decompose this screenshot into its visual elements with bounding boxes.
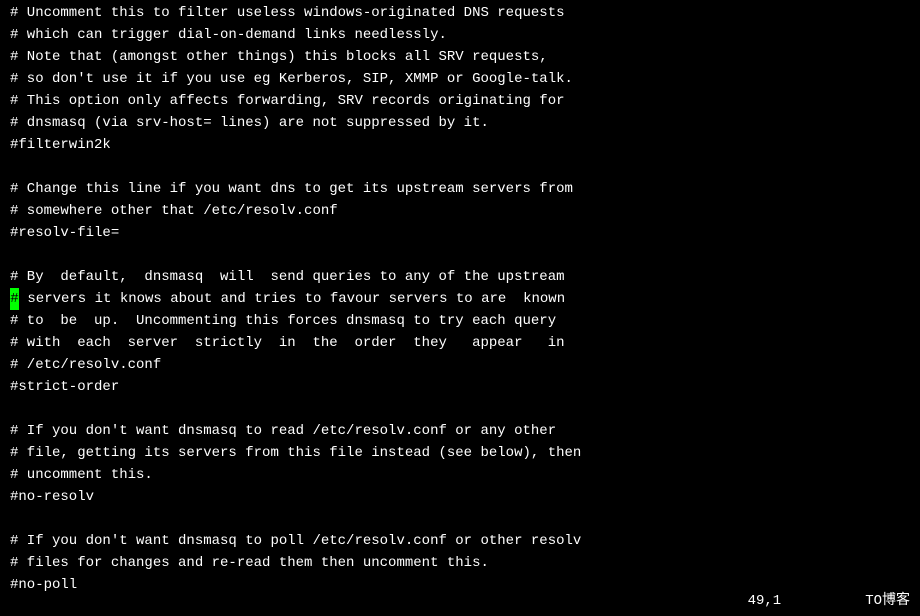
editor-view[interactable]: # Uncomment this to filter useless windo… (10, 2, 910, 596)
config-line: # This option only affects forwarding, S… (10, 90, 910, 112)
config-line: # uncomment this. (10, 464, 910, 486)
config-line (10, 398, 910, 420)
cursor: # (10, 288, 19, 310)
config-line (10, 156, 910, 178)
config-line: # If you don't want dnsmasq to read /etc… (10, 420, 910, 442)
config-line: # Change this line if you want dns to ge… (10, 178, 910, 200)
config-line: # dnsmasq (via srv-host= lines) are not … (10, 112, 910, 134)
config-line: # files for changes and re-read them the… (10, 552, 910, 574)
vim-status-bar: 49,1 TO博客 (748, 590, 910, 612)
config-line: # Uncomment this to filter useless windo… (10, 2, 910, 24)
config-line (10, 508, 910, 530)
config-line: # file, getting its servers from this fi… (10, 442, 910, 464)
config-line: # If you don't want dnsmasq to poll /etc… (10, 530, 910, 552)
config-line: # so don't use it if you use eg Kerberos… (10, 68, 910, 90)
config-line: # somewhere other that /etc/resolv.conf (10, 200, 910, 222)
config-line: # By default, dnsmasq will send queries … (10, 266, 910, 288)
config-line: # with each server strictly in the order… (10, 332, 910, 354)
config-line: #resolv-file= (10, 222, 910, 244)
config-line: #strict-order (10, 376, 910, 398)
config-line: # to be up. Uncommenting this forces dns… (10, 310, 910, 332)
config-line: #filterwin2k (10, 134, 910, 156)
config-line: # Note that (amongst other things) this … (10, 46, 910, 68)
config-line: # servers it knows about and tries to fa… (10, 288, 910, 310)
config-line: #no-resolv (10, 486, 910, 508)
config-line: # which can trigger dial-on-demand links… (10, 24, 910, 46)
config-line (10, 244, 910, 266)
config-line: # /etc/resolv.conf (10, 354, 910, 376)
